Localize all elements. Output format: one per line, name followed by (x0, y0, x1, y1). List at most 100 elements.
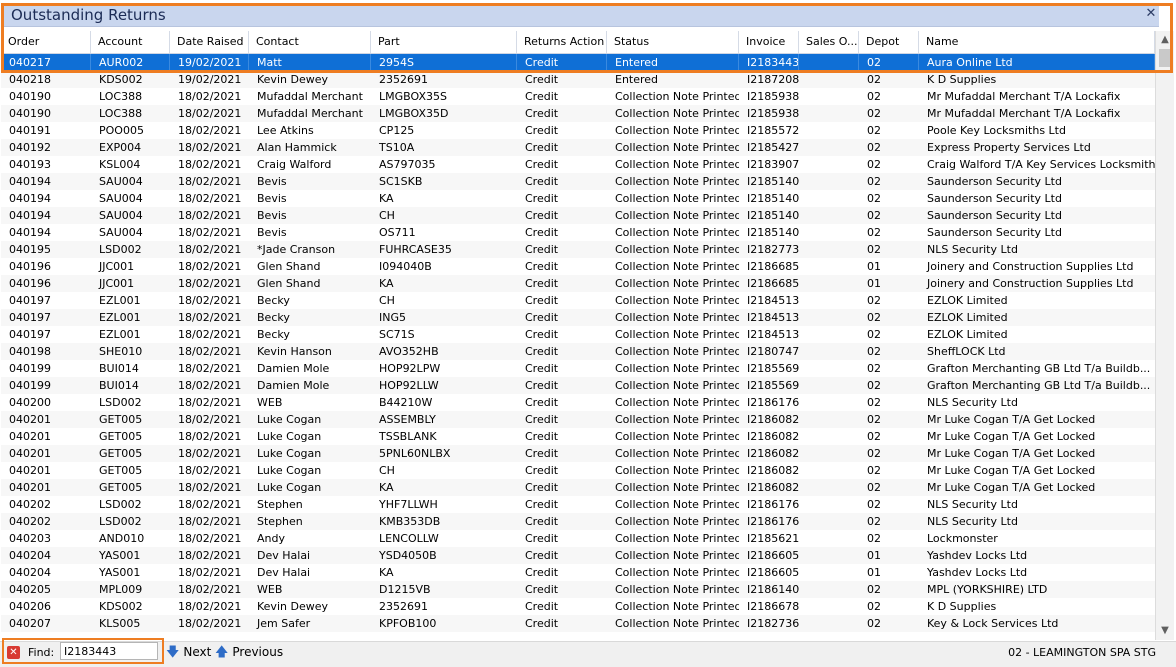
cell-account: YAS001 (99, 549, 141, 562)
cell-order: 040199 (9, 362, 51, 375)
column-header-returns-action[interactable]: Returns Action (517, 31, 607, 53)
cell-account: EXP004 (99, 141, 142, 154)
table-row[interactable]: 040193 KSL004 18/02/2021 Craig Walford AS797… (1, 156, 1155, 173)
table-row[interactable]: 040205 MPL009 18/02/2021 WEB D1215VB Credit Co… (1, 581, 1155, 598)
table-row[interactable]: 040198 SHE010 18/02/2021 Kevin Hanson AVO352… (1, 343, 1155, 360)
table-row[interactable]: 040194 SAU004 18/02/2021 Bevis CH Credit Colle… (1, 207, 1155, 224)
cell-account: AND010 (99, 532, 145, 545)
cell-status: Collection Note Printed (615, 362, 739, 375)
cell-name: Grafton Merchanting GB Ltd T/a Buildb... (927, 362, 1151, 375)
table-row[interactable]: 040200 LSD002 18/02/2021 WEB B44210W Credit Co… (1, 394, 1155, 411)
cell-depot: 01 (867, 566, 881, 579)
cell-contact: Matt (249, 54, 371, 71)
column-header-status[interactable]: Status (607, 31, 739, 53)
table-row[interactable]: 040202 LSD002 18/02/2021 Stephen KMB353DB Cre… (1, 513, 1155, 530)
cell-order: 040201 (9, 447, 51, 460)
table-row[interactable]: 040196 JJC001 18/02/2021 Glen Shand I094040B… (1, 258, 1155, 275)
cell-name: Mr Mufaddal Merchant T/A Lockafix (927, 90, 1121, 103)
table-row[interactable]: 040192 EXP004 18/02/2021 Alan Hammick TS10A C… (1, 139, 1155, 156)
cell-date-raised: 18/02/2021 (178, 311, 242, 324)
cell-returns-action: Credit (525, 566, 559, 579)
cell-invoice: I2185569 (747, 362, 799, 375)
table-row[interactable]: 040195 LSD002 18/02/2021 *Jade Cranson FUHRC… (1, 241, 1155, 258)
column-header-account[interactable]: Account (91, 31, 170, 53)
column-header-date-raised[interactable]: Date Raised (170, 31, 249, 53)
cell-invoice: I2186685 (747, 277, 799, 290)
cell-name: Saunderson Security Ltd (927, 192, 1062, 205)
vertical-scrollbar[interactable]: ▲ ▼ (1155, 31, 1174, 640)
cell-invoice: I2185140 (747, 209, 799, 222)
table-row[interactable]: 040217 AUR002 19/02/2021 Matt 2954S Credit Ent… (1, 54, 1155, 71)
column-header-order[interactable]: Order (1, 31, 91, 53)
table-row[interactable]: 040204 YAS001 18/02/2021 Dev Halai YSD4050B C… (1, 547, 1155, 564)
table-row[interactable]: 040206 KDS002 18/02/2021 Kevin Dewey 2352691… (1, 598, 1155, 615)
table-row[interactable]: 040203 AND010 18/02/2021 Andy LENCOLLW Credit… (1, 530, 1155, 547)
cell-date-raised: 18/02/2021 (178, 260, 242, 273)
table-row[interactable]: 040201 GET005 18/02/2021 Luke Cogan CH Credit… (1, 462, 1155, 479)
cell-part: TSSBLANK (379, 430, 437, 443)
table-row[interactable]: 040201 GET005 18/02/2021 Luke Cogan 5PNL60NL… (1, 445, 1155, 462)
scroll-thumb[interactable] (1159, 49, 1171, 67)
next-button[interactable]: 🡇 Next (166, 645, 211, 659)
column-header-contact[interactable]: Contact (249, 31, 371, 53)
table-row[interactable]: 040197 EZL001 18/02/2021 Becky SC71S Credit Co… (1, 326, 1155, 343)
cell-part: KMB353DB (379, 515, 441, 528)
column-header-part[interactable]: Part (371, 31, 517, 53)
table-row[interactable]: 040190 LOC388 18/02/2021 Mufaddal Merchant L… (1, 88, 1155, 105)
scroll-down-icon[interactable]: ▼ (1156, 622, 1174, 640)
cell-account: YAS001 (99, 566, 141, 579)
column-header-sales-order[interactable]: Sales O... (799, 31, 859, 53)
cell-account: GET005 (99, 464, 143, 477)
cell-part: 2954S (371, 54, 517, 71)
cell-returns-action: Credit (525, 90, 559, 103)
cell-account: GET005 (99, 481, 143, 494)
find-input[interactable] (60, 642, 158, 660)
cell-order: 040194 (9, 192, 51, 205)
cell-status: Collection Note Printed (615, 447, 739, 460)
table-row[interactable]: 040199 BUI014 18/02/2021 Damien Mole HOP92LL… (1, 377, 1155, 394)
table-row[interactable]: 040204 YAS001 18/02/2021 Dev Halai KA Credit C… (1, 564, 1155, 581)
previous-button[interactable]: 🡅 Previous (215, 645, 283, 659)
table-row[interactable]: 040194 SAU004 18/02/2021 Bevis SC1SKB Credit C… (1, 173, 1155, 190)
column-header-name[interactable]: Name (919, 31, 1155, 53)
table-row[interactable]: 040196 JJC001 18/02/2021 Glen Shand KA Credit… (1, 275, 1155, 292)
table-row[interactable]: 040194 SAU004 18/02/2021 Bevis KA Credit Colle… (1, 190, 1155, 207)
cell-returns-action: Credit (525, 226, 559, 239)
table-row[interactable]: 040191 POO005 18/02/2021 Lee Atkins CP125 Cre… (1, 122, 1155, 139)
cell-name: Yashdev Locks Ltd (927, 549, 1028, 562)
returns-grid[interactable]: 040217 AUR002 19/02/2021 Matt 2954S Credit Ent… (1, 54, 1155, 640)
table-row[interactable]: 040201 GET005 18/02/2021 Luke Cogan TSSBLANK… (1, 428, 1155, 445)
table-row[interactable]: 040199 BUI014 18/02/2021 Damien Mole HOP92LP… (1, 360, 1155, 377)
find-label: Find: (28, 646, 55, 659)
cell-depot: 02 (867, 532, 881, 545)
column-header-invoice[interactable]: Invoice (739, 31, 799, 53)
cell-status: Collection Note Printed (615, 481, 739, 494)
cell-date-raised: 18/02/2021 (178, 481, 242, 494)
table-row[interactable]: 040190 LOC388 18/02/2021 Mufaddal Merchant L… (1, 105, 1155, 122)
cell-part: LENCOLLW (379, 532, 439, 545)
table-row[interactable]: 040207 KLS005 18/02/2021 Jem Safer KPFOB100 C… (1, 615, 1155, 632)
cell-depot: 02 (867, 481, 881, 494)
column-header-depot[interactable]: Depot (859, 31, 919, 53)
cell-date-raised: 18/02/2021 (178, 549, 242, 562)
close-icon[interactable]: ✕ (1143, 6, 1159, 22)
table-row[interactable]: 040202 LSD002 18/02/2021 Stephen YHF7LLWH Cre… (1, 496, 1155, 513)
table-row[interactable]: 040197 EZL001 18/02/2021 Becky CH Credit Colle… (1, 292, 1155, 309)
cell-date-raised: 18/02/2021 (178, 107, 242, 120)
scroll-up-icon[interactable]: ▲ (1156, 31, 1174, 49)
cell-sales-order (799, 309, 859, 326)
cell-contact: Dev Halai (257, 549, 311, 562)
cell-order: 040204 (9, 566, 51, 579)
close-find-icon[interactable]: ✕ (7, 646, 20, 659)
table-row[interactable]: 040197 EZL001 18/02/2021 Becky ING5 Credit Col… (1, 309, 1155, 326)
table-row[interactable]: 040201 GET005 18/02/2021 Luke Cogan KA Credit… (1, 479, 1155, 496)
cell-account: POO005 (99, 124, 144, 137)
table-row[interactable]: 040194 SAU004 18/02/2021 Bevis OS711 Credit Co… (1, 224, 1155, 241)
cell-account: JJC001 (99, 277, 135, 290)
cell-date-raised: 18/02/2021 (178, 515, 242, 528)
cell-date-raised: 18/02/2021 (178, 294, 242, 307)
cell-contact: Bevis (257, 192, 287, 205)
table-row[interactable]: 040218 KDS002 19/02/2021 Kevin Dewey 2352691… (1, 71, 1155, 88)
cell-sales-order (799, 479, 859, 496)
table-row[interactable]: 040201 GET005 18/02/2021 Luke Cogan ASSEMBLY… (1, 411, 1155, 428)
